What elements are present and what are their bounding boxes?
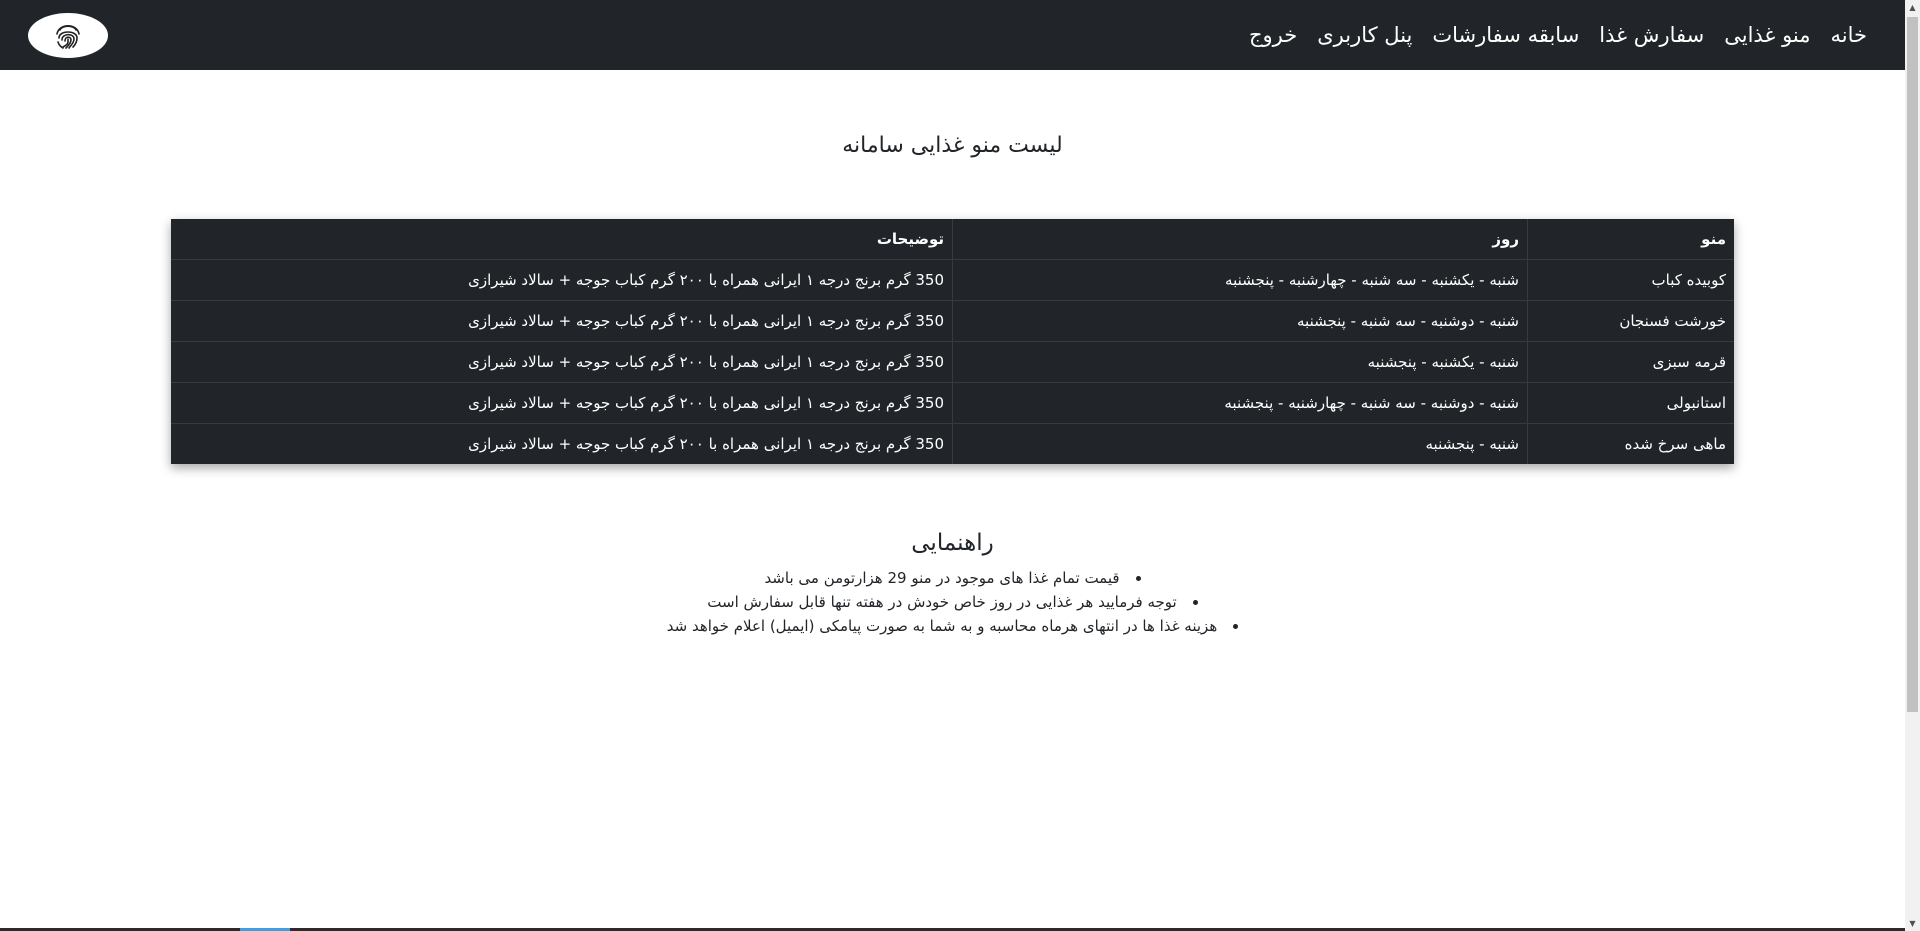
fingerprint-icon[interactable]	[28, 12, 108, 58]
nav-user-panel-link[interactable]: پنل کاربری	[1317, 23, 1412, 47]
scroll-thumb[interactable]	[1907, 17, 1918, 712]
cell-day: شنبه - دوشنبه - سه شنبه - چهارشنبه - پنج…	[952, 382, 1528, 424]
table-row: قرمه سبزی شنبه - یکشنبه - پنجشنبه 350 گر…	[171, 341, 1734, 383]
cell-description: 350 گرم برنج درجه ۱ ایرانی همراه با ۲۰۰ …	[171, 259, 953, 301]
table-row: خورشت فسنجان شنبه - دوشنبه - سه شنبه - پ…	[171, 300, 1734, 342]
header-menu: منو	[1701, 230, 1726, 248]
cell-menu: قرمه سبزی	[1527, 341, 1734, 383]
guide-title: راهنمایی	[911, 530, 994, 556]
scroll-down-arrow-icon[interactable]: ▼	[1905, 916, 1920, 931]
nav-logout-link[interactable]: خروج	[1249, 23, 1297, 47]
table-row: استانبولی شنبه - دوشنبه - سه شنبه - چهار…	[171, 382, 1734, 424]
guide-list: قیمت تمام غذا های موجود در منو 29 هزارتو…	[0, 566, 1905, 638]
guide-item: هزینه غذا ها در انتهای هرماه محاسبه و به…	[0, 614, 1905, 638]
cell-description: 350 گرم برنج درجه ۱ ایرانی همراه با ۲۰۰ …	[171, 341, 953, 383]
cell-day: شنبه - پنجشنبه	[952, 423, 1528, 464]
cell-description: 350 گرم برنج درجه ۱ ایرانی همراه با ۲۰۰ …	[171, 382, 953, 424]
table-header-row: منو روز توضیحات	[171, 219, 1734, 260]
cell-day: شنبه - دوشنبه - سه شنبه - پنجشنبه	[952, 300, 1528, 342]
cell-menu: خورشت فسنجان	[1527, 300, 1734, 342]
cell-menu: کوبیده کباب	[1527, 259, 1734, 301]
food-menu-table: منو روز توضیحات کوبیده کباب شنبه - یکشنب…	[171, 219, 1734, 464]
nav-food-menu-link[interactable]: منو غذایی	[1724, 23, 1810, 47]
scroll-up-arrow-icon[interactable]: ▲	[1905, 0, 1920, 15]
table-row: کوبیده کباب شنبه - یکشنبه - سه شنبه - چه…	[171, 259, 1734, 301]
page-title: لیست منو غذایی سامانه	[842, 133, 1063, 158]
cell-description: 350 گرم برنج درجه ۱ ایرانی همراه با ۲۰۰ …	[171, 300, 953, 342]
fingerprint-icon-svg	[56, 24, 80, 49]
cell-day: شنبه - یکشنبه - پنجشنبه	[952, 341, 1528, 383]
table-row: ماهی سرخ شده شنبه - پنجشنبه 350 گرم برنج…	[171, 423, 1734, 464]
header-description: توضیحات	[171, 219, 953, 260]
guide-item: توجه فرمایید هر غذایی در روز خاص خودش در…	[0, 590, 1905, 614]
nav-home-link[interactable]: خانه	[1831, 23, 1867, 47]
vertical-scrollbar[interactable]: ▲ ▼	[1905, 0, 1920, 931]
cell-day: شنبه - یکشنبه - سه شنبه - چهارشنبه - پنج…	[952, 259, 1528, 301]
cell-menu: ماهی سرخ شده	[1527, 423, 1734, 464]
nav-order-food-link[interactable]: سفارش غذا	[1599, 23, 1704, 47]
guide-item: قیمت تمام غذا های موجود در منو 29 هزارتو…	[0, 566, 1905, 590]
cell-description: 350 گرم برنج درجه ۱ ایرانی همراه با ۲۰۰ …	[171, 423, 953, 464]
page: خانه منو غذایی سفارش غذا سابقه سفارشات پ…	[0, 0, 1920, 931]
cell-menu: استانبولی	[1527, 382, 1734, 424]
nav-order-history-link[interactable]: سابقه سفارشات	[1432, 23, 1579, 47]
header-day: روز	[952, 219, 1528, 260]
nav-links: خانه منو غذایی سفارش غذا سابقه سفارشات پ…	[1249, 0, 1867, 70]
top-navbar: خانه منو غذایی سفارش غذا سابقه سفارشات پ…	[0, 0, 1905, 70]
